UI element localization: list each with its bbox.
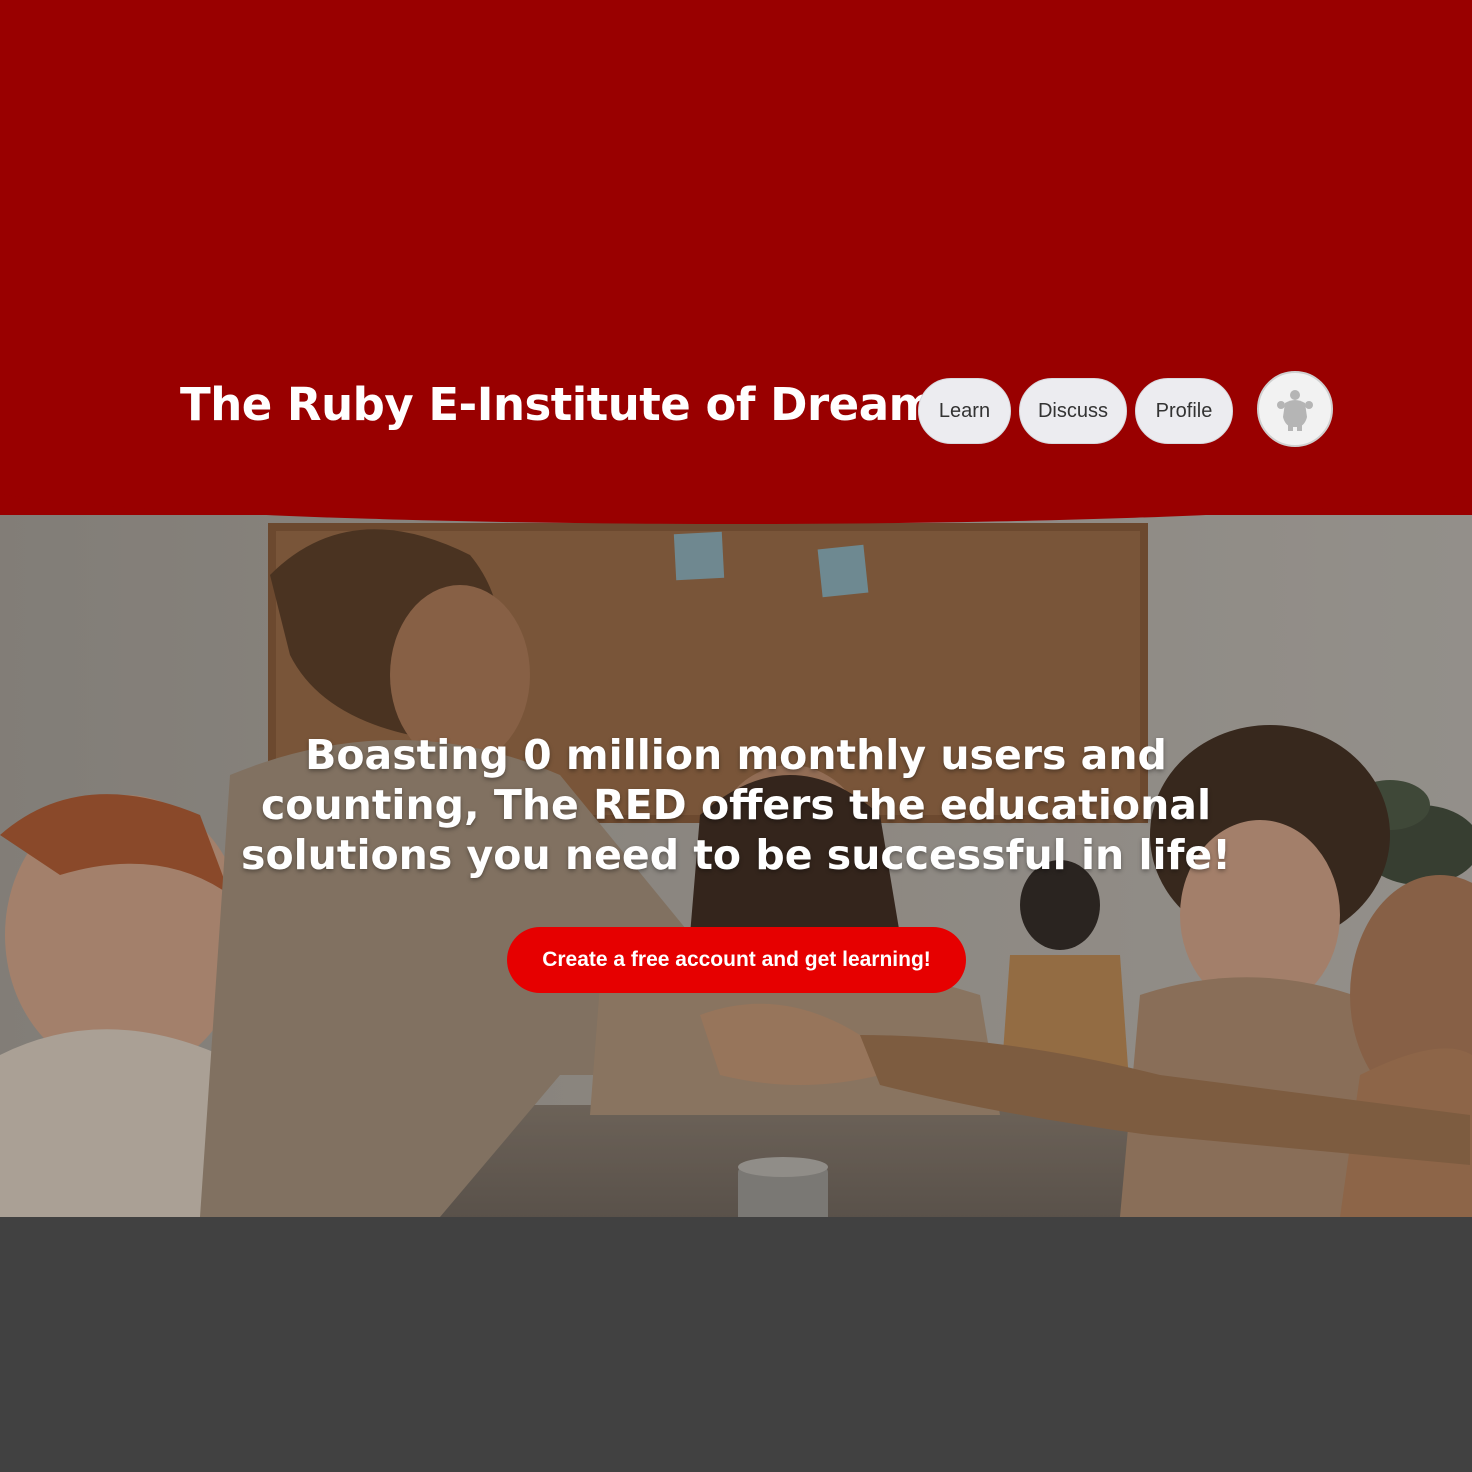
hero-section: Boasting 0 million monthly users and cou… <box>0 515 1472 1217</box>
nav-discuss-button[interactable]: Discuss <box>1019 378 1127 444</box>
main-nav: Learn Discuss Profile <box>918 371 1333 447</box>
user-silhouette-icon <box>1277 390 1313 431</box>
create-account-button[interactable]: Create a free account and get learning! <box>507 927 966 993</box>
nav-profile-button[interactable]: Profile <box>1135 378 1233 444</box>
site-title[interactable]: The Ruby E-Institute of Dreams <box>180 378 962 431</box>
nav-learn-button[interactable]: Learn <box>918 378 1011 444</box>
page-footer-area <box>0 1217 1472 1472</box>
avatar[interactable] <box>1257 371 1333 447</box>
hero-headline: Boasting 0 million monthly users and cou… <box>241 731 1231 879</box>
